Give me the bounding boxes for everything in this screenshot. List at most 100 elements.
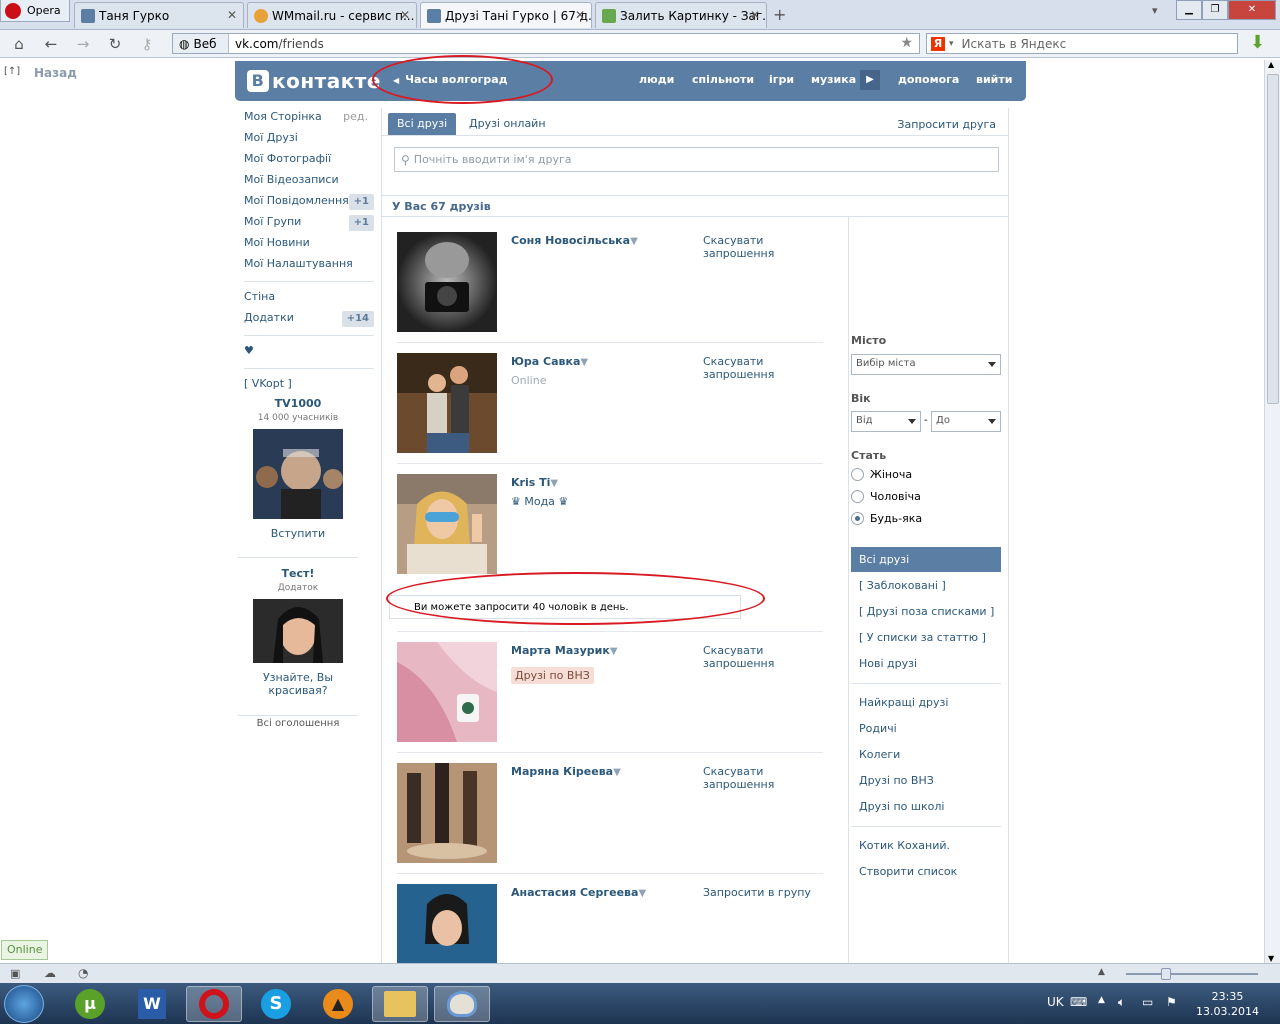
edit-link[interactable]: ред. [343, 108, 368, 126]
friend-avatar[interactable] [397, 884, 497, 964]
menu-wall[interactable]: Стіна [244, 288, 374, 309]
friend-avatar[interactable] [397, 763, 497, 863]
page-scrollbar[interactable]: ▲ ▼ [1264, 60, 1280, 963]
menu-my-photos[interactable]: Мої Фотографії [244, 150, 374, 171]
cancel-invite-link[interactable]: Скасувати запрошення [703, 765, 813, 791]
list-new-friends[interactable]: Нові друзі [851, 651, 1001, 676]
vk-logo[interactable]: B контакте [247, 69, 381, 93]
friend-avatar[interactable] [397, 353, 497, 453]
menu-my-news[interactable]: Мої Новини [244, 234, 374, 255]
scrollbar-thumb[interactable] [1267, 74, 1279, 404]
paint-taskbar-button[interactable] [434, 986, 490, 1022]
opera-menu-button[interactable]: Opera [0, 0, 70, 22]
nav-music[interactable]: музика [811, 73, 856, 86]
join-link[interactable]: Вступити [238, 527, 358, 540]
menu-my-videos[interactable]: Мої Відеозаписи [244, 171, 374, 192]
utorrent-taskbar-button[interactable]: µ [62, 986, 118, 1022]
minimize-button[interactable]: ▁ [1176, 0, 1202, 20]
nav-people[interactable]: люди [639, 73, 674, 86]
gender-any-radio[interactable]: Будь-яка [851, 512, 922, 525]
invite-friend-link[interactable]: Запросити друга [897, 118, 996, 131]
friend-avatar[interactable] [397, 474, 497, 574]
gender-female-radio[interactable]: Жіноча [851, 468, 912, 481]
tab-online-friends[interactable]: Друзі онлайн [460, 113, 555, 135]
aimp-taskbar-button[interactable]: ▲ [310, 986, 366, 1022]
list-school[interactable]: Друзі по школі [851, 794, 1001, 819]
uni-friends-tag[interactable]: Друзі по ВНЗ [511, 667, 594, 684]
tab-upload-image[interactable]: Залить Картинку - Заг... ✕ [595, 2, 767, 28]
friend-name[interactable]: Юра Савка▼ [511, 355, 588, 368]
bookmark-star-icon[interactable]: ★ [900, 35, 913, 51]
word-taskbar-button[interactable]: W [124, 986, 180, 1022]
volume-icon[interactable]: 🔈︎ [1118, 995, 1125, 1010]
city-select[interactable]: Вибір міста [851, 354, 1001, 375]
ad-test[interactable]: Тест! Додаток Узнайте, Вы красивая? [238, 567, 358, 697]
key-icon[interactable]: ⚷ [138, 35, 156, 53]
chevron-down-icon[interactable]: ▼ [638, 888, 646, 899]
ad-title[interactable]: Тест! [238, 567, 358, 580]
scroll-down-icon[interactable]: ▼ [1268, 954, 1274, 963]
list-university[interactable]: Друзі по ВНЗ [851, 768, 1001, 793]
friend-name[interactable]: Марта Мазурик▼ [511, 644, 618, 657]
tab-all-friends[interactable]: Всі друзі [388, 113, 457, 135]
chevron-down-icon[interactable]: ▾ [949, 39, 954, 49]
ad-tv1000[interactable]: TV1000 14 000 учасників Вступити [238, 397, 358, 540]
restore-button[interactable]: ❐ [1202, 0, 1228, 20]
close-icon[interactable]: ✕ [227, 8, 237, 22]
ad-title[interactable]: TV1000 [238, 397, 358, 410]
forward-icon[interactable]: → [74, 35, 92, 53]
cancel-invite-link[interactable]: Скасувати запрошення [703, 355, 813, 381]
yandex-search-field[interactable]: Я ▾ Искать в Яндекс [926, 33, 1238, 54]
back-link[interactable]: [↑] Назад [4, 66, 77, 80]
age-to-select[interactable]: До [931, 411, 1001, 432]
chevron-down-icon[interactable]: ▼ [580, 357, 588, 368]
friend-name[interactable]: Соня Новосільська▼ [511, 234, 638, 247]
tab-wmmail[interactable]: WMmail.ru - сервис п... ✕ [247, 2, 417, 28]
menu-apps[interactable]: Додатки +14 [244, 309, 374, 330]
language-indicator[interactable]: UK [1047, 995, 1064, 1009]
friend-avatar[interactable] [397, 232, 497, 332]
age-from-select[interactable]: Від [851, 411, 921, 432]
back-icon[interactable]: ← [42, 35, 60, 53]
list-colleagues[interactable]: Колеги [851, 742, 1001, 767]
new-tab-button[interactable]: + [773, 5, 786, 24]
panel-toggle-icon[interactable]: ▣ [10, 967, 20, 980]
friend-name[interactable]: Маряна Кіреева▼ [511, 765, 621, 778]
ad-link[interactable]: Узнайте, Вы красивая? [238, 671, 358, 697]
scroll-up-icon[interactable]: ▲ [1268, 60, 1274, 69]
create-list-link[interactable]: Створити список [851, 859, 1001, 884]
download-icon[interactable]: ⬇ [1250, 33, 1270, 53]
chevron-down-icon[interactable]: ▼ [613, 767, 621, 778]
cancel-invite-link[interactable]: Скасувати запрошення [703, 234, 813, 260]
list-custom-kotik[interactable]: Котик Коханий. [851, 833, 1001, 858]
skype-taskbar-button[interactable]: S [248, 986, 304, 1022]
speed-dial-icon[interactable]: ◔ [78, 966, 88, 980]
explorer-taskbar-button[interactable] [372, 986, 428, 1022]
invite-to-group-link[interactable]: Запросити в групу [703, 886, 813, 899]
clock[interactable]: 23:35 13.03.2014 [1196, 989, 1259, 1019]
heart-icon[interactable]: ♥ [244, 342, 374, 363]
chevron-down-icon[interactable]: ▼ [610, 646, 618, 657]
all-ads-link[interactable]: Всі оголошення [238, 718, 358, 729]
list-blocked[interactable]: [ Заблоковані ] [851, 573, 1001, 598]
ad-image[interactable] [253, 429, 343, 519]
friend-name[interactable]: Анастасия Сергеева▼ [511, 886, 646, 899]
url-field[interactable]: ◍ Веб vk.com/friends ★ [172, 33, 920, 54]
zoom-slider-handle[interactable] [1161, 968, 1171, 980]
list-all-friends[interactable]: Всі друзі [851, 547, 1001, 572]
list-relatives[interactable]: Родичі [851, 716, 1001, 741]
friend-search-input[interactable]: ⚲ Почніть вводити ім'я друга [394, 147, 999, 172]
view-icon[interactable]: ▲ [1098, 967, 1105, 977]
tab-list-chevron-icon[interactable]: ▾ [1152, 4, 1158, 17]
chevron-down-icon[interactable]: ▼ [630, 236, 638, 247]
menu-my-messages[interactable]: Мої Повідомлення +1 [244, 192, 374, 213]
start-button[interactable] [4, 985, 44, 1023]
network-icon[interactable]: ▭ [1142, 995, 1153, 1009]
menu-my-friends[interactable]: Мої Друзі [244, 129, 374, 150]
keyboard-icon[interactable]: ⌨ [1070, 995, 1087, 1009]
opera-taskbar-button[interactable] [186, 986, 242, 1022]
flag-icon[interactable]: ⚑ [1166, 995, 1177, 1009]
nav-help[interactable]: допомога [898, 73, 959, 86]
cloud-icon[interactable]: ☁ [44, 966, 56, 980]
zoom-slider[interactable] [1126, 973, 1258, 975]
